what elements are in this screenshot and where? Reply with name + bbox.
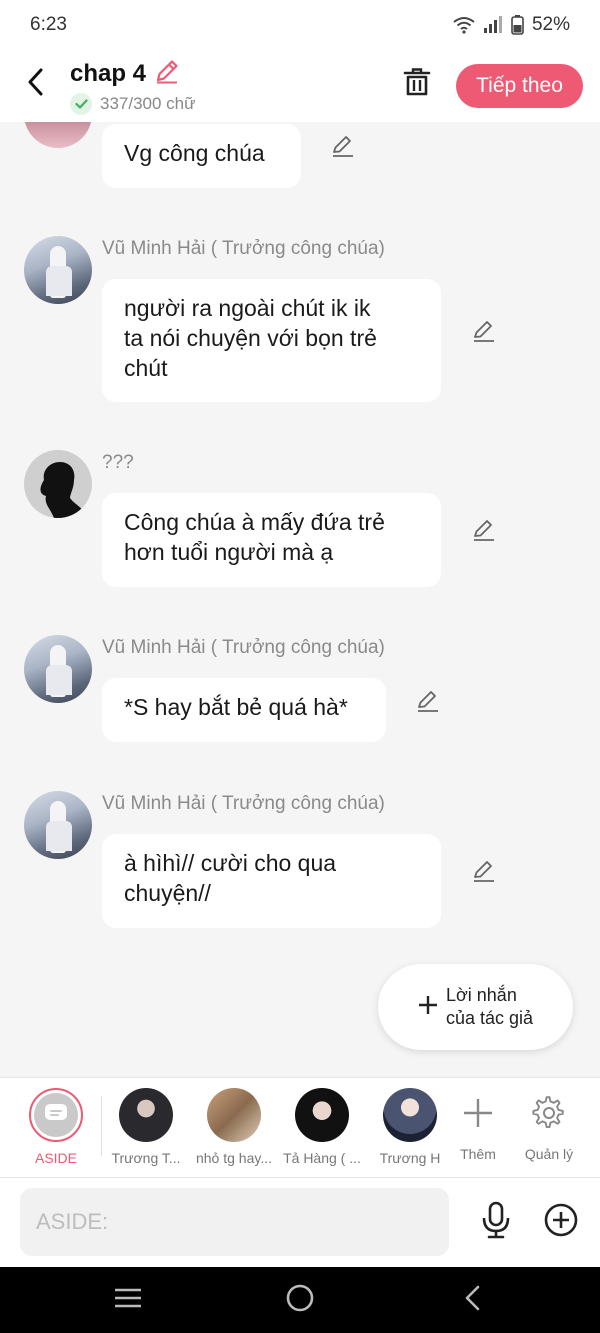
- avatar[interactable]: [24, 450, 92, 518]
- add-character-button[interactable]: Thêm: [443, 1088, 513, 1162]
- sender-name: Vũ Minh Hải ( Trưởng công chúa): [102, 637, 385, 658]
- sender-name: ???: [102, 452, 134, 473]
- character-label: nhỏ tg hay...: [195, 1150, 272, 1166]
- character-bar: ASIDE Trương T... nhỏ tg hay... Tả Hàng …: [0, 1077, 600, 1178]
- next-button[interactable]: Tiếp theo: [456, 64, 583, 108]
- character-label: Tả Hàng ( ...: [283, 1150, 361, 1166]
- character-item[interactable]: nhỏ tg hay...: [189, 1088, 279, 1166]
- pencil-icon: [416, 689, 440, 718]
- edit-message-button[interactable]: [470, 319, 498, 347]
- gear-icon: [532, 1095, 566, 1135]
- avatar: [207, 1088, 261, 1142]
- add-attachment-button[interactable]: [543, 1203, 579, 1242]
- word-count: 337/300 chữ: [100, 94, 196, 113]
- microphone-icon: [481, 1201, 511, 1244]
- character-aside[interactable]: ASIDE: [11, 1088, 101, 1166]
- avatar[interactable]: [24, 236, 92, 304]
- pencil-icon: [472, 859, 496, 888]
- message-bubble[interactable]: à hìhì// cười cho qua chuyện//: [102, 834, 441, 928]
- edit-message-button[interactable]: [470, 518, 498, 546]
- plus-circle-icon: [544, 1203, 578, 1242]
- status-icons: 52%: [453, 14, 570, 36]
- voice-button[interactable]: [478, 1201, 514, 1244]
- system-back-button[interactable]: [456, 1285, 488, 1315]
- status-time: 6:23: [30, 14, 67, 35]
- chapter-title: chap 4: [70, 59, 147, 87]
- message-bubble[interactable]: người ra ngoài chút ik ik ta nói chuyện …: [102, 279, 441, 402]
- edit-title-icon[interactable]: [154, 58, 180, 89]
- manage-button[interactable]: Quản lý: [514, 1088, 584, 1162]
- author-note-button[interactable]: Lời nhắn của tác giả: [378, 964, 573, 1050]
- character-label: Trương T...: [111, 1150, 181, 1166]
- character-label: ASIDE: [34, 1150, 77, 1166]
- delete-button[interactable]: [400, 66, 434, 102]
- message-bubble[interactable]: Công chúa à mấy đứa trẻ hơn tuổi người m…: [102, 493, 441, 587]
- trash-icon: [403, 67, 431, 102]
- battery-icon: [511, 15, 524, 35]
- avatar[interactable]: [24, 635, 92, 703]
- avatar: [383, 1088, 437, 1142]
- status-bar: 6:23 52%: [0, 0, 600, 50]
- pencil-icon: [331, 134, 355, 163]
- avatar: [119, 1088, 173, 1142]
- message-bubble[interactable]: *S hay bắt bẻ quá hà*: [102, 678, 386, 742]
- title-block: chap 4 337/300 chữ: [70, 58, 196, 115]
- battery-percent: 52%: [531, 14, 570, 35]
- check-icon: [70, 93, 92, 115]
- editor-header: chap 4 337/300 chữ Tiếp theo: [0, 50, 600, 122]
- avatar[interactable]: [24, 122, 92, 148]
- edit-message-button[interactable]: [329, 134, 357, 162]
- character-item[interactable]: Tả Hàng ( ...: [277, 1088, 367, 1166]
- message-input[interactable]: [20, 1188, 449, 1256]
- chevron-left-icon: [462, 1284, 482, 1317]
- avatar: [295, 1088, 349, 1142]
- aside-avatar: [29, 1088, 83, 1142]
- character-item[interactable]: Trương T...: [101, 1088, 191, 1166]
- back-button[interactable]: [20, 68, 50, 100]
- character-item[interactable]: Trương H: [365, 1088, 455, 1166]
- home-button[interactable]: [284, 1283, 316, 1318]
- edit-message-button[interactable]: [470, 859, 498, 887]
- plus-icon: [462, 1097, 494, 1134]
- recents-button[interactable]: [112, 1285, 144, 1315]
- sender-name: Vũ Minh Hải ( Trưởng công chúa): [102, 238, 385, 259]
- sender-name: Vũ Minh Hải ( Trưởng công chúa): [102, 793, 385, 814]
- manage-label: Quản lý: [524, 1146, 574, 1162]
- composer: [0, 1178, 600, 1267]
- character-label: Trương H: [379, 1150, 441, 1166]
- home-circle-icon: [285, 1283, 315, 1318]
- chat-area[interactable]: Vg công chúa Vũ Minh Hải ( Trưởng công c…: [0, 122, 600, 1077]
- system-nav-bar: [0, 1267, 600, 1333]
- pencil-icon: [472, 518, 496, 547]
- author-note-label: Lời nhắn của tác giả: [445, 985, 534, 1028]
- plus-icon: [418, 995, 438, 1020]
- chevron-left-icon: [26, 68, 44, 101]
- signal-icon: [483, 16, 503, 34]
- message-bubble[interactable]: Vg công chúa: [102, 124, 301, 188]
- menu-icon: [113, 1286, 143, 1315]
- wifi-icon: [453, 16, 475, 34]
- add-label: Thêm: [460, 1146, 496, 1162]
- pencil-icon: [472, 319, 496, 348]
- avatar[interactable]: [24, 791, 92, 859]
- chat-bubble-icon: [44, 1103, 68, 1128]
- edit-message-button[interactable]: [414, 689, 442, 717]
